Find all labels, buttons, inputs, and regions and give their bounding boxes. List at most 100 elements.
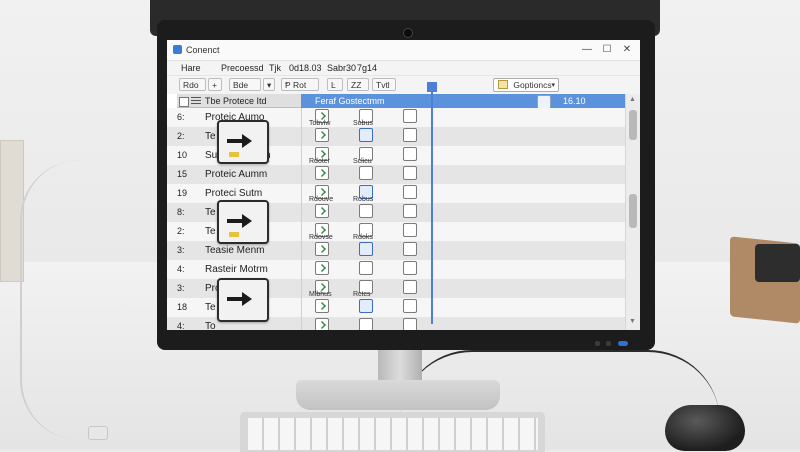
thumbnail-icon[interactable] <box>403 318 417 330</box>
scroll-thumb-secondary[interactable] <box>629 194 637 228</box>
image-check-icon[interactable] <box>315 318 329 330</box>
row-number: 4: <box>177 264 185 274</box>
row-number: 18 <box>177 302 188 312</box>
power-led <box>618 341 628 346</box>
clip-icon[interactable] <box>359 242 373 256</box>
toolbar-button[interactable]: Ᵽ Rot <box>281 78 319 91</box>
maximize-button[interactable]: ☐ <box>600 43 614 57</box>
column-divider <box>301 146 302 165</box>
thumbnail-icon[interactable] <box>403 147 417 161</box>
arrow-right-icon <box>227 214 252 228</box>
row-name: Te <box>205 131 216 142</box>
row-number: 2: <box>177 131 185 141</box>
toolbar-button[interactable]: Ŀ <box>327 78 343 91</box>
move-arrow-icon[interactable] <box>217 200 269 244</box>
thumbnail-icon[interactable] <box>403 204 417 218</box>
playhead-line[interactable] <box>431 84 433 324</box>
folder-icon <box>498 80 508 89</box>
monitor-button[interactable] <box>606 341 611 346</box>
cell-label: Rdoks <box>353 234 373 241</box>
add-button[interactable]: + <box>208 78 222 91</box>
cell-label: Rdoter <box>309 158 331 165</box>
thumbnail-icon[interactable] <box>403 128 417 142</box>
clip-icon[interactable] <box>359 204 373 218</box>
menu-item[interactable]: 0d18.03 <box>289 63 322 73</box>
row-number: 15 <box>177 169 188 179</box>
clip-icon[interactable] <box>359 128 373 142</box>
scroll-thumb[interactable] <box>629 110 637 140</box>
cell-label: Robus <box>353 196 374 203</box>
column-divider <box>301 279 302 298</box>
image-check-icon[interactable] <box>315 261 329 275</box>
minimize-button[interactable]: — <box>580 43 594 57</box>
cell-label: Rdovse <box>309 234 333 241</box>
toolbar-button[interactable]: Tvtl <box>372 78 396 91</box>
toolbar-button[interactable]: Bde <box>229 78 261 91</box>
row-name: Rasteir Motrm <box>205 264 268 275</box>
row-name: Te <box>205 207 216 218</box>
column-divider <box>301 222 302 241</box>
image-check-icon[interactable] <box>315 128 329 142</box>
row-name: Teasie Menm <box>205 245 265 256</box>
arrow-right-icon <box>227 292 252 306</box>
thumbnail-icon[interactable] <box>403 223 417 237</box>
move-arrow-icon[interactable] <box>217 278 269 322</box>
toolbar-button[interactable]: ZZ <box>347 78 369 91</box>
clip-icon[interactable] <box>359 166 373 180</box>
column-divider <box>301 203 302 222</box>
scroll-up-icon[interactable]: ▲ <box>629 96 636 103</box>
toolbar-button[interactable]: Rdo <box>179 78 206 91</box>
clip-icon[interactable] <box>359 261 373 275</box>
thumbnail-icon[interactable] <box>403 280 417 294</box>
plug <box>88 426 108 440</box>
column-header-left[interactable]: Tbe Protece Itd <box>177 94 301 108</box>
menu-item[interactable]: Sabr30 <box>327 63 356 73</box>
clip-icon[interactable] <box>359 299 373 313</box>
tag-icon <box>229 152 239 157</box>
list-icon <box>191 97 201 105</box>
select-all-checkbox[interactable] <box>179 97 189 107</box>
menu-item[interactable]: Tjk <box>269 63 281 73</box>
chevron-down-icon: ▾ <box>551 82 555 89</box>
cable <box>20 160 112 440</box>
table-row[interactable]: 15 Proteic Aumm <box>167 165 625 184</box>
thumbnail-icon[interactable] <box>403 299 417 313</box>
menu-bar: Hare Precoessd Tjk 0d18.03 Sabr30 7g14 <box>167 61 640 76</box>
column-divider <box>301 241 302 260</box>
image-icon[interactable] <box>537 95 551 109</box>
dropdown-value: Goptioncs <box>513 80 552 90</box>
thumbnail-icon[interactable] <box>403 185 417 199</box>
cell-label: Sobus <box>353 120 373 127</box>
image-check-icon[interactable] <box>315 204 329 218</box>
image-check-icon[interactable] <box>315 299 329 313</box>
thumbnail-icon[interactable] <box>403 242 417 256</box>
right-header-label: Feraf Gostectmm <box>315 96 385 106</box>
image-check-icon[interactable] <box>315 166 329 180</box>
menu-item[interactable]: Hare <box>181 63 201 73</box>
row-number: 19 <box>177 188 188 198</box>
thumbnail-icon[interactable] <box>403 109 417 123</box>
thumbnail-icon[interactable] <box>403 261 417 275</box>
menu-item[interactable]: Precoessd <box>221 63 264 73</box>
image-check-icon[interactable] <box>315 242 329 256</box>
menu-item[interactable]: 7g14 <box>357 63 377 73</box>
toolbar: Rdo + Bde ▾ Ᵽ Rot Ŀ ZZ Tvtl Goptioncs ▾ <box>167 76 640 95</box>
options-dropdown[interactable]: Goptioncs ▾ <box>493 78 559 92</box>
move-arrow-icon[interactable] <box>217 120 269 164</box>
arrow-right-icon <box>227 134 252 148</box>
dropdown-arrow-button[interactable]: ▾ <box>263 78 275 91</box>
scroll-down-icon[interactable]: ▼ <box>629 318 636 325</box>
row-name: Te <box>205 226 216 237</box>
column-header-right[interactable]: Feraf Gostectmm 16.10 <box>301 94 625 109</box>
clip-icon[interactable] <box>359 318 373 330</box>
vertical-scrollbar[interactable]: ▲ ▼ <box>625 94 640 330</box>
tag-icon <box>229 232 239 237</box>
row-number: 8: <box>177 207 185 217</box>
thumbnail-icon[interactable] <box>403 166 417 180</box>
cell-label: Mlbhus <box>309 291 332 298</box>
monitor-button[interactable] <box>595 341 600 346</box>
table-row[interactable]: 4: Rasteir Motrm <box>167 260 625 279</box>
close-button[interactable]: ✕ <box>620 43 634 57</box>
grid-header: Tbe Protece Itd Feraf Gostectmm 16.10 <box>167 94 640 109</box>
row-number: 10 <box>177 150 188 160</box>
